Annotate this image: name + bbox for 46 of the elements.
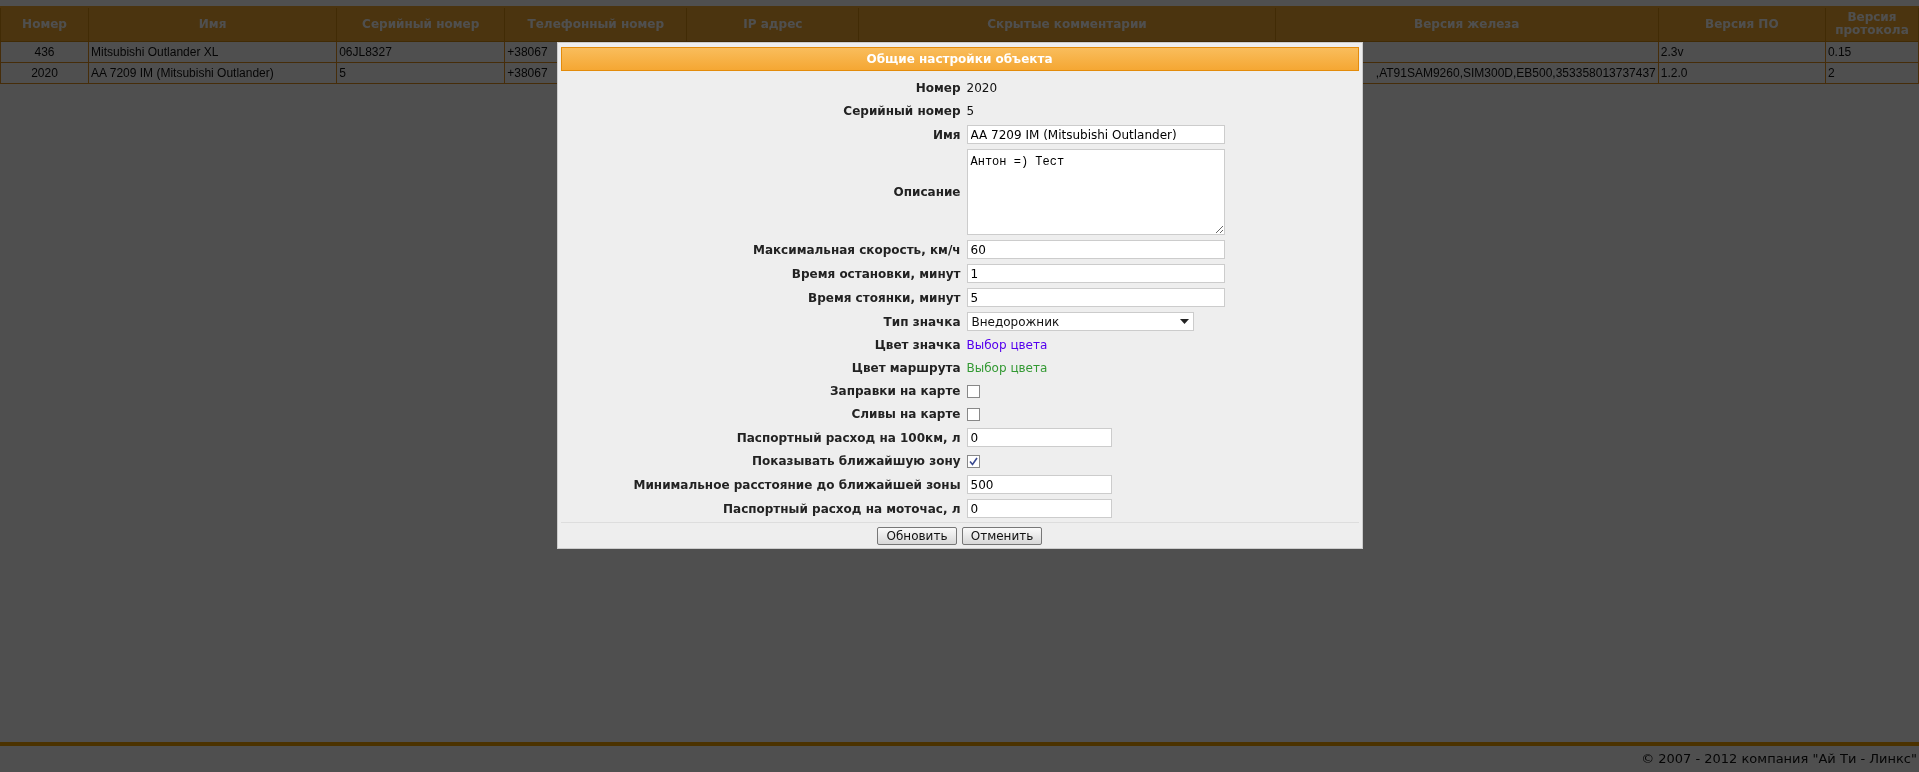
icon-type-dropdown[interactable]: Внедорожник xyxy=(966,312,1194,331)
dialog-button[interactable]: Отменить xyxy=(962,527,1042,545)
field-label: Тип значка xyxy=(882,313,961,331)
input-field[interactable]: 0 xyxy=(966,428,1112,447)
field-value: 5 xyxy=(966,103,975,120)
field-label: Время остановки, минут xyxy=(790,265,961,283)
field-label: Серийный номер xyxy=(842,103,961,120)
field-label: Паспортный расход на моточас, л xyxy=(722,500,961,518)
field-label: Паспортный расход на 100км, л xyxy=(735,429,961,447)
table-cell: 2020 xyxy=(0,62,89,83)
field-label: Имя xyxy=(931,126,961,144)
input-field[interactable]: AA 7209 IM (Mitsubishi Outlander) xyxy=(966,125,1225,144)
copyright-text: © 2007 - 2012 компания "Ай Ти - Линкс" xyxy=(1641,750,1917,766)
field-label: Заправки на карте xyxy=(829,383,961,400)
dialog-button[interactable]: Обновить xyxy=(877,527,957,545)
table-cell: 0.15 xyxy=(1825,41,1919,62)
dialog-title: Общие настройки объекта xyxy=(560,47,1359,71)
field-label: Показывать ближайшую зону xyxy=(750,453,961,470)
field-label: Номер xyxy=(914,80,961,97)
field-label: Цвет значка xyxy=(873,337,961,354)
field-label: Время стоянки, минут xyxy=(807,289,961,307)
table-cell: AA 7209 IM (Mitsubishi Outlander) xyxy=(88,62,337,83)
table-cell: Mitsubishi Outlander XL xyxy=(88,41,337,62)
input-field[interactable]: 0 xyxy=(966,499,1112,518)
input-field[interactable]: 500 xyxy=(966,475,1112,494)
table-cell: 2 xyxy=(1825,62,1919,83)
description-field[interactable]: Антон =) Тест xyxy=(966,149,1225,235)
table-cell: 06JL8327 xyxy=(336,41,505,62)
field-label: Минимальное расстояние до ближайшей зоны xyxy=(632,476,961,494)
checkbox[interactable] xyxy=(966,454,980,468)
caret-icon xyxy=(1179,319,1189,324)
color-picker-link[interactable]: Выбор цвета xyxy=(966,336,1048,354)
table-cell: 5 xyxy=(336,62,505,83)
field-value: 2020 xyxy=(966,80,998,97)
field-label: Описание xyxy=(892,184,961,201)
input-field[interactable]: 60 xyxy=(966,240,1225,259)
field-label: Сливы на карте xyxy=(850,406,961,423)
table-cell: 436 xyxy=(0,41,89,62)
field-label: Максимальная скорость, км/ч xyxy=(751,241,961,259)
checkbox[interactable] xyxy=(966,407,980,421)
table-cell: 1.2.0 xyxy=(1658,62,1826,83)
checkbox[interactable] xyxy=(966,384,980,398)
field-label: Цвет маршрута xyxy=(850,360,961,377)
input-field[interactable]: 1 xyxy=(966,264,1225,283)
table-cell: 2.3v xyxy=(1658,41,1826,62)
input-field[interactable]: 5 xyxy=(966,288,1225,307)
